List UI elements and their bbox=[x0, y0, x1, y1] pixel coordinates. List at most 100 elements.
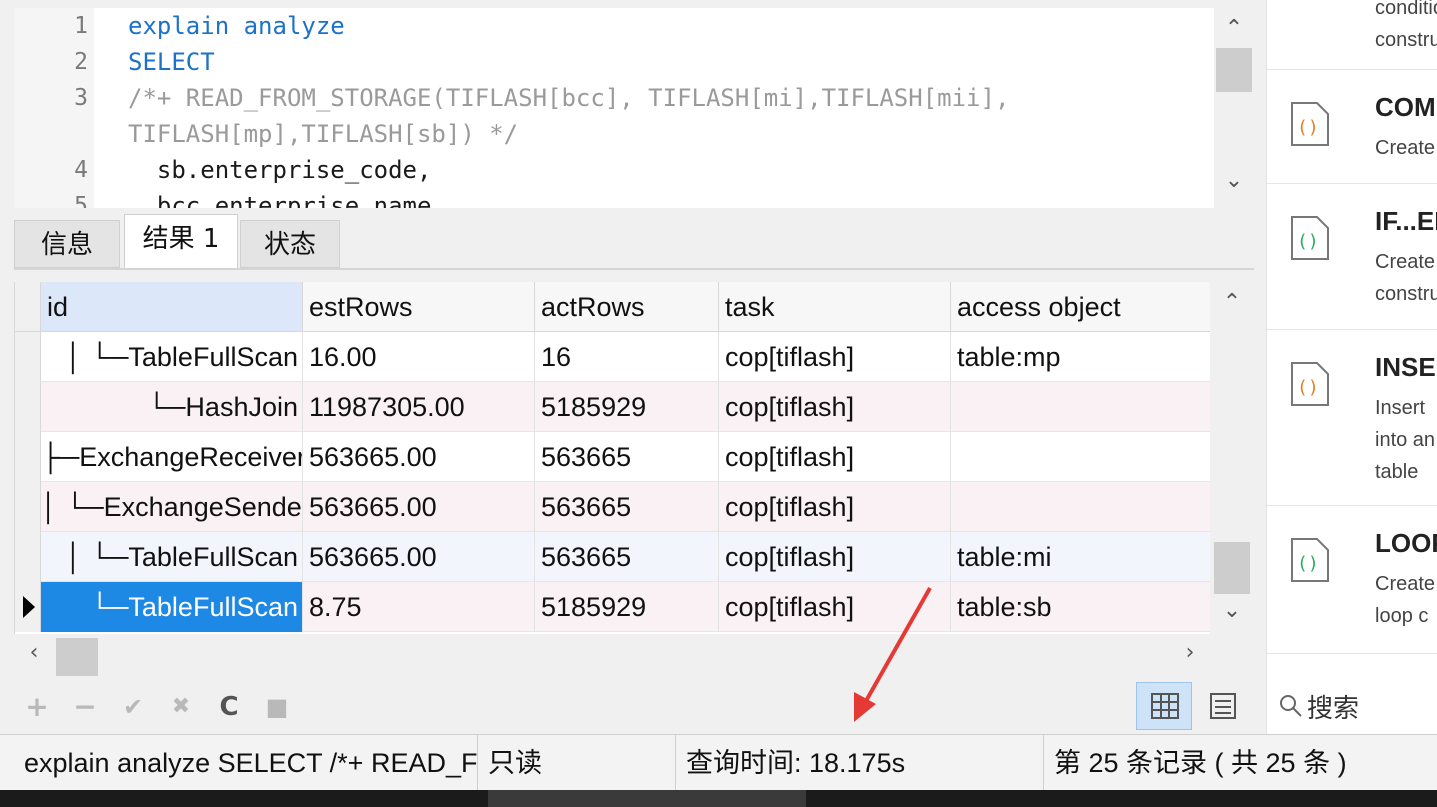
taskbar-app[interactable] bbox=[488, 790, 806, 807]
cell-task[interactable]: cop[tiflash] bbox=[719, 482, 951, 532]
column-header-estrows[interactable]: estRows bbox=[303, 282, 535, 332]
code-text: bcc.enterprise_name, bbox=[128, 188, 446, 208]
snippet-file-icon: () bbox=[1291, 102, 1329, 146]
scroll-right-icon[interactable]: › bbox=[1172, 640, 1208, 665]
grid-view-button[interactable] bbox=[1136, 682, 1192, 730]
snippet-item[interactable]: condition construct bbox=[1267, 0, 1437, 70]
cell-access-object[interactable] bbox=[951, 432, 1210, 482]
cell-estrows[interactable]: 563665.00 bbox=[303, 432, 535, 482]
cell-id[interactable]: └─TableFullScan bbox=[41, 582, 303, 632]
code-text: sb.enterprise_code, bbox=[128, 152, 432, 188]
snippet-description: Create bbox=[1375, 251, 1436, 273]
snippet-panel: condition construct () COMMENT Create () IF...… bbox=[1266, 0, 1437, 734]
row-indicator[interactable] bbox=[15, 432, 41, 482]
snippet-item[interactable]: () INSERT Insert into an table bbox=[1267, 330, 1437, 506]
cell-access-object[interactable]: table:sb bbox=[951, 582, 1210, 632]
cell-task[interactable]: cop[tiflash] bbox=[719, 582, 951, 632]
cell-actrows[interactable]: 16 bbox=[535, 332, 719, 382]
scroll-thumb[interactable] bbox=[1214, 542, 1250, 594]
snippet-title: COMMENT bbox=[1375, 92, 1437, 122]
line-number: 4 bbox=[74, 157, 88, 183]
table-row[interactable]: │ └─ExchangeSender 563665.00 563665 cop[tif… bbox=[15, 482, 1210, 532]
tabs-divider bbox=[14, 268, 1254, 270]
discard-changes-button[interactable]: ✖ bbox=[164, 690, 198, 724]
scroll-left-icon[interactable]: ‹ bbox=[16, 640, 52, 665]
scroll-up-icon[interactable]: ⌃ bbox=[1216, 16, 1252, 41]
cell-estrows[interactable]: 563665.00 bbox=[303, 532, 535, 582]
snippet-title: INSERT bbox=[1375, 352, 1437, 382]
table-row[interactable]: ├─ExchangeReceiver 563665.00 563665 cop[tif… bbox=[15, 432, 1210, 482]
cell-id[interactable]: │ └─TableFullScan bbox=[41, 332, 303, 382]
svg-text:(): () bbox=[1297, 377, 1319, 398]
tab-status[interactable]: 状态 bbox=[240, 220, 340, 268]
cell-task[interactable]: cop[tiflash] bbox=[719, 382, 951, 432]
snippet-title: IF...ELSE bbox=[1375, 206, 1437, 236]
cell-estrows[interactable]: 16.00 bbox=[303, 332, 535, 382]
cell-id[interactable]: │ └─TableFullScan bbox=[41, 532, 303, 582]
cell-task[interactable]: cop[tiflash] bbox=[719, 332, 951, 382]
cell-id[interactable]: │ └─ExchangeSender bbox=[41, 482, 303, 532]
delete-row-button[interactable]: − bbox=[68, 690, 102, 724]
snippet-item[interactable]: () IF...ELSE Create construct bbox=[1267, 184, 1437, 330]
column-header-id[interactable]: id bbox=[41, 282, 303, 332]
line-number: 1 bbox=[74, 13, 88, 39]
sql-editor[interactable]: 1 explain analyze 2 SELECT 3 /*+ READ_FROM_ST… bbox=[14, 8, 1214, 208]
cell-task[interactable]: cop[tiflash] bbox=[719, 432, 951, 482]
editor-vertical-scrollbar[interactable]: ⌃ ⌄ bbox=[1214, 8, 1254, 208]
cell-actrows[interactable]: 5185929 bbox=[535, 582, 719, 632]
cell-access-object[interactable] bbox=[951, 382, 1210, 432]
table-row[interactable]: │ └─TableFullScan 563665.00 563665 cop[tifl… bbox=[15, 532, 1210, 582]
row-indicator[interactable] bbox=[15, 332, 41, 382]
scroll-thumb[interactable] bbox=[1216, 48, 1252, 92]
column-header-actrows[interactable]: actRows bbox=[535, 282, 719, 332]
line-number: 2 bbox=[74, 49, 88, 75]
cell-estrows[interactable]: 8.75 bbox=[303, 582, 535, 632]
cell-access-object[interactable]: table:mp bbox=[951, 332, 1210, 382]
cell-access-object[interactable] bbox=[951, 482, 1210, 532]
cell-id[interactable]: └─HashJoin bbox=[41, 382, 303, 432]
row-indicator[interactable] bbox=[15, 482, 41, 532]
form-view-button[interactable] bbox=[1194, 682, 1250, 730]
code-token: bcc.enterprise_name, bbox=[128, 192, 446, 208]
row-indicator[interactable] bbox=[15, 532, 41, 582]
table-row[interactable]: └─HashJoin 11987305.00 5185929 cop[tiflash] bbox=[15, 382, 1210, 432]
current-row-pointer-icon[interactable] bbox=[15, 582, 41, 632]
cell-estrows[interactable]: 11987305.00 bbox=[303, 382, 535, 432]
column-header-task[interactable]: task bbox=[719, 282, 951, 332]
scroll-thumb[interactable] bbox=[56, 638, 98, 676]
column-header-access-object[interactable]: access object bbox=[951, 282, 1210, 332]
grid-horizontal-scrollbar[interactable]: ‹ › bbox=[14, 636, 1210, 678]
code-token: /*+ READ_FROM_STORAGE(TIFLASH[bcc], TIFL… bbox=[128, 84, 1010, 112]
result-grid[interactable]: id estRows actRows task access object │ … bbox=[14, 282, 1210, 634]
tab-info[interactable]: 信息 bbox=[14, 220, 120, 268]
stop-button[interactable]: ■ bbox=[260, 690, 294, 724]
cell-actrows[interactable]: 563665 bbox=[535, 532, 719, 582]
snippet-search[interactable]: 搜索 bbox=[1267, 678, 1437, 734]
cell-actrows[interactable]: 563665 bbox=[535, 482, 719, 532]
cell-actrows[interactable]: 563665 bbox=[535, 432, 719, 482]
cell-id[interactable]: ├─ExchangeReceiver bbox=[41, 432, 303, 482]
snippet-description: construct bbox=[1375, 283, 1437, 305]
scroll-down-icon[interactable]: ⌄ bbox=[1214, 598, 1250, 623]
code-text: TIFLASH[mp],TIFLASH[sb]) */ bbox=[128, 116, 518, 152]
add-row-button[interactable]: + bbox=[20, 690, 54, 724]
row-indicator[interactable] bbox=[15, 382, 41, 432]
snippet-item[interactable]: () COMMENT Create bbox=[1267, 70, 1437, 184]
table-row[interactable]: └─TableFullScan 8.75 5185929 cop[tiflash] ta… bbox=[15, 582, 1210, 632]
snippet-file-icon: () bbox=[1291, 216, 1329, 260]
refresh-button[interactable]: C bbox=[212, 690, 246, 724]
table-row[interactable]: │ └─TableFullScan 16.00 16 cop[tiflash] tabl… bbox=[15, 332, 1210, 382]
cell-estrows[interactable]: 563665.00 bbox=[303, 482, 535, 532]
cell-access-object[interactable]: table:mi bbox=[951, 532, 1210, 582]
apply-changes-button[interactable]: ✔ bbox=[116, 690, 150, 724]
scroll-up-icon[interactable]: ⌃ bbox=[1214, 290, 1250, 315]
grid-vertical-scrollbar[interactable]: ⌃ ⌄ bbox=[1212, 282, 1252, 634]
cell-actrows[interactable]: 5185929 bbox=[535, 382, 719, 432]
cell-task[interactable]: cop[tiflash] bbox=[719, 532, 951, 582]
form-view-icon bbox=[1210, 693, 1236, 719]
tab-result-1[interactable]: 结果 1 bbox=[124, 214, 238, 270]
snippet-item[interactable]: () LOOP Create loop c bbox=[1267, 506, 1437, 654]
code-text: explain analyze bbox=[128, 8, 345, 44]
grid-view-icon bbox=[1151, 693, 1179, 719]
scroll-down-icon[interactable]: ⌄ bbox=[1216, 168, 1252, 193]
